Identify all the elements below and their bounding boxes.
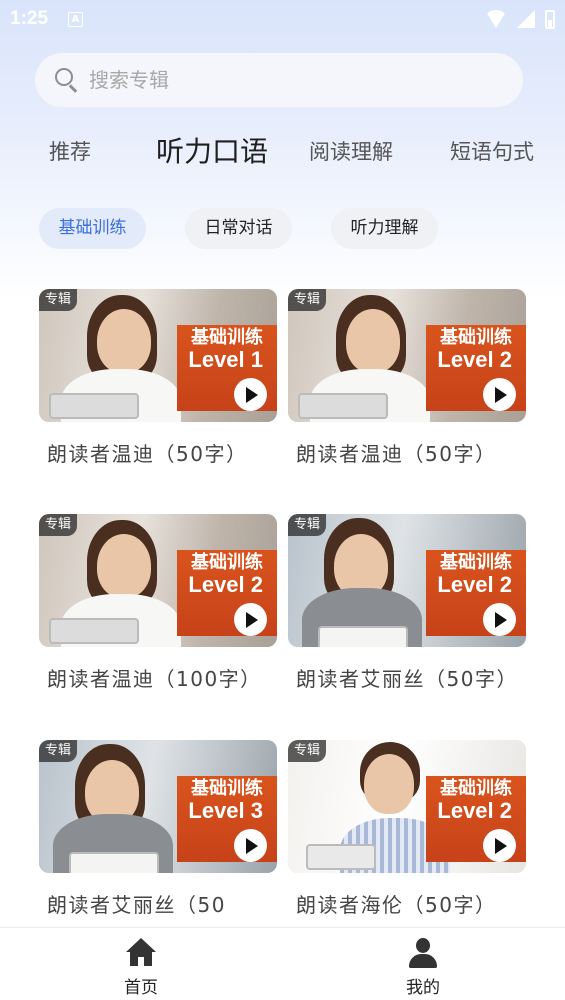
- signal-icon: [517, 10, 535, 28]
- overlay-title: 基础训练: [440, 778, 512, 799]
- album-card[interactable]: 基础训练 Level 2 专辑 朗读者温迪（50字）: [288, 289, 526, 470]
- nav-mine[interactable]: 我的: [363, 928, 483, 1000]
- overlay-level: Level 2: [188, 572, 263, 597]
- play-button[interactable]: [483, 603, 516, 636]
- nav-home[interactable]: 首页: [81, 928, 201, 1000]
- album-title[interactable]: 朗读者温迪（50字）: [288, 438, 526, 470]
- play-button[interactable]: [234, 603, 267, 636]
- album-badge: 专辑: [39, 514, 78, 536]
- bottom-nav: 首页 我的: [0, 927, 565, 1000]
- chip-daily-conversation[interactable]: 日常对话: [185, 208, 292, 249]
- album-thumbnail[interactable]: 基础训练 Level 2 专辑: [288, 289, 526, 422]
- overlay-title: 基础训练: [191, 778, 263, 799]
- album-title[interactable]: 朗读者温迪（50字）: [39, 438, 277, 470]
- album-title[interactable]: 朗读者温迪（100字）: [39, 663, 277, 695]
- album-badge: 专辑: [288, 740, 327, 762]
- overlay-title: 基础训练: [191, 552, 263, 573]
- tab-phrases[interactable]: 短语句式: [450, 130, 534, 174]
- search-bar[interactable]: [35, 53, 523, 107]
- status-time: 1:25: [10, 8, 49, 29]
- home-icon: [126, 938, 156, 968]
- overlay-title: 基础训练: [191, 327, 263, 348]
- wifi-icon: [485, 10, 507, 28]
- album-title[interactable]: 朗读者艾丽丝（50字）: [288, 663, 526, 695]
- album-card[interactable]: 基础训练 Level 2 专辑 朗读者艾丽丝（50字）: [288, 514, 526, 695]
- overlay-level: Level 1: [188, 347, 263, 372]
- album-thumbnail[interactable]: 基础训练 Level 2 专辑: [39, 514, 277, 647]
- album-thumbnail[interactable]: 基础训练 Level 2 专辑: [288, 740, 526, 873]
- album-title[interactable]: 朗读者海伦（50字）: [288, 889, 526, 921]
- play-icon: [495, 837, 507, 854]
- tab-recommend[interactable]: 推荐: [49, 130, 91, 174]
- album-badge: 专辑: [39, 740, 78, 762]
- album-title[interactable]: 朗读者艾丽丝（50: [39, 889, 277, 921]
- play-icon: [495, 386, 507, 403]
- play-icon: [495, 611, 507, 628]
- nav-home-label: 首页: [124, 978, 158, 998]
- search-input[interactable]: [89, 68, 469, 92]
- status-bar: 1:25 A: [0, 0, 565, 38]
- chip-listening-comprehension[interactable]: 听力理解: [331, 208, 438, 249]
- subcategory-chips: 基础训练 日常对话 听力理解: [0, 208, 565, 250]
- album-thumbnail[interactable]: 基础训练 Level 1 专辑: [39, 289, 277, 422]
- album-badge: 专辑: [288, 289, 327, 311]
- notification-icon: A: [68, 11, 84, 27]
- battery-icon: [545, 9, 555, 29]
- overlay-title: 基础训练: [440, 552, 512, 573]
- category-tabs: 推荐 听力口语 阅读理解 短语句式: [0, 130, 565, 178]
- play-icon: [246, 611, 258, 628]
- user-icon: [408, 938, 438, 968]
- album-card[interactable]: 基础训练 Level 2 专辑 朗读者温迪（100字）: [39, 514, 277, 695]
- play-button[interactable]: [483, 829, 516, 862]
- chip-basic-training[interactable]: 基础训练: [39, 208, 146, 249]
- overlay-level: Level 2: [437, 347, 512, 372]
- status-icons: [485, 9, 555, 29]
- tab-reading[interactable]: 阅读理解: [309, 130, 393, 174]
- album-badge: 专辑: [288, 514, 327, 536]
- album-badge: 专辑: [39, 289, 78, 311]
- overlay-level: Level 2: [437, 798, 512, 823]
- album-thumbnail[interactable]: 基础训练 Level 2 专辑: [288, 514, 526, 647]
- play-icon: [246, 386, 258, 403]
- overlay-level: Level 3: [188, 798, 263, 823]
- overlay-level: Level 2: [437, 572, 512, 597]
- search-icon: [55, 68, 79, 93]
- nav-mine-label: 我的: [406, 978, 440, 998]
- tab-listening-speaking[interactable]: 听力口语: [156, 130, 268, 174]
- play-button[interactable]: [234, 378, 267, 411]
- play-button[interactable]: [483, 378, 516, 411]
- play-icon: [246, 837, 258, 854]
- album-card[interactable]: 基础训练 Level 1 专辑 朗读者温迪（50字）: [39, 289, 277, 470]
- album-card[interactable]: 基础训练 Level 3 专辑 朗读者艾丽丝（50: [39, 740, 277, 921]
- play-button[interactable]: [234, 829, 267, 862]
- album-card[interactable]: 基础训练 Level 2 专辑 朗读者海伦（50字）: [288, 740, 526, 921]
- album-thumbnail[interactable]: 基础训练 Level 3 专辑: [39, 740, 277, 873]
- overlay-title: 基础训练: [440, 327, 512, 348]
